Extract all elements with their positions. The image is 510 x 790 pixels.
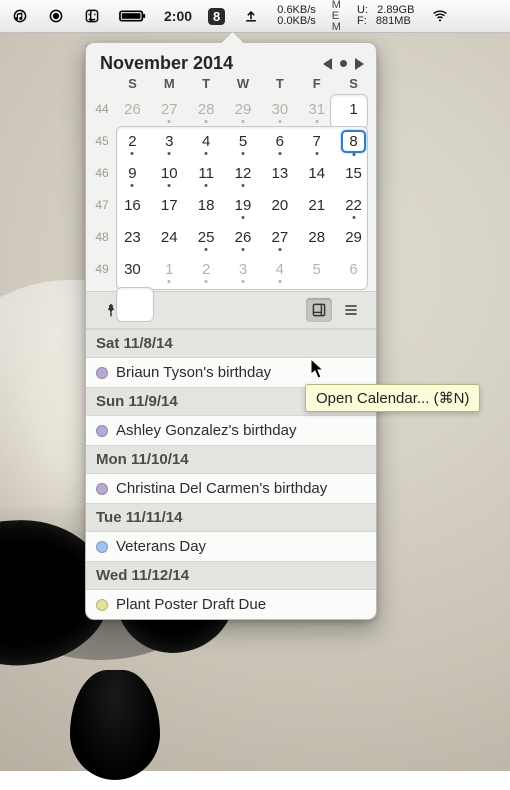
calendar-day[interactable]: 24 <box>151 221 188 253</box>
events-list: Sat 11/8/14Briaun Tyson's birthdaySun 11… <box>86 329 376 619</box>
week-number: 48 <box>90 221 114 253</box>
menubar-clock[interactable]: 2:00 <box>164 8 192 24</box>
event-title: Veterans Day <box>116 538 206 555</box>
calendar-day[interactable]: 9 <box>114 157 151 189</box>
calendar-day[interactable]: 27 <box>261 221 298 253</box>
calendar-day[interactable]: 5 <box>298 253 335 285</box>
calendar-dropdown: November 2014 S M T W T F S 442627282930… <box>85 42 377 620</box>
calendar-day[interactable]: 6 <box>335 253 372 285</box>
pin-button[interactable] <box>98 298 124 322</box>
event-title: Christina Del Carmen's birthday <box>116 480 327 497</box>
itunes-menubar-icon[interactable] <box>10 6 30 26</box>
calendar-day[interactable]: 30 <box>114 253 151 285</box>
tooltip: Open Calendar... (⌘N) <box>305 384 480 412</box>
week-number: 44 <box>90 93 114 125</box>
calendar-day[interactable]: 18 <box>188 189 225 221</box>
calendar-day[interactable]: 23 <box>114 221 151 253</box>
calendar-day[interactable]: 6 <box>261 125 298 157</box>
event-item[interactable]: Ashley Gonzalez's birthday <box>86 416 376 445</box>
next-month-button[interactable] <box>355 58 364 70</box>
calendar-day[interactable]: 25 <box>188 221 225 253</box>
event-day-header: Wed 11/12/14 <box>86 561 376 590</box>
calendar-day[interactable]: 3 <box>225 253 262 285</box>
calendar-day[interactable]: 29 <box>225 93 262 125</box>
calendar-grid: 4426272829303114523456784691011121314154… <box>90 93 372 285</box>
calendar-day[interactable]: 20 <box>261 189 298 221</box>
mac-menubar: 2:00 8 0.6KB/s 0.0KB/s MEM U: 2.89GB F: … <box>0 0 510 33</box>
calendar-day[interactable]: 2 <box>188 253 225 285</box>
mem-label: MEM <box>332 0 341 33</box>
calendar-day[interactable]: 5 <box>225 125 262 157</box>
calendar-day[interactable]: 4 <box>261 253 298 285</box>
finder-menubar-icon[interactable] <box>82 6 102 26</box>
wifi-menubar-icon[interactable] <box>430 6 450 26</box>
event-day-header: Tue 11/11/14 <box>86 503 376 532</box>
calendar-day[interactable]: 27 <box>151 93 188 125</box>
week-number: 49 <box>90 253 114 285</box>
calendar-day[interactable]: 17 <box>151 189 188 221</box>
calendar-day[interactable]: 2 <box>114 125 151 157</box>
calendar-day[interactable]: 10 <box>151 157 188 189</box>
calendar-day[interactable]: 21 <box>298 189 335 221</box>
event-title: Briaun Tyson's birthday <box>116 364 271 381</box>
calendar-day[interactable]: 19 <box>225 189 262 221</box>
calendar-day[interactable]: 28 <box>298 221 335 253</box>
calendar-day[interactable]: 13 <box>261 157 298 189</box>
calendar-day[interactable]: 14 <box>298 157 335 189</box>
week-number: 45 <box>90 125 114 157</box>
menu-button[interactable] <box>338 298 364 322</box>
calendar-day[interactable]: 16 <box>114 189 151 221</box>
calendar-day[interactable]: 12 <box>225 157 262 189</box>
event-title: Ashley Gonzalez's birthday <box>116 422 296 439</box>
calendar-day[interactable]: 4 <box>188 125 225 157</box>
calendar-day[interactable]: 31 <box>298 93 335 125</box>
calendar-day[interactable]: 26 <box>114 93 151 125</box>
menubar-notification-badge[interactable]: 8 <box>208 8 225 25</box>
calendar-day[interactable]: 3 <box>151 125 188 157</box>
calendar-day[interactable]: 1 <box>151 253 188 285</box>
calendar-day[interactable]: 15 <box>335 157 372 189</box>
prev-month-button[interactable] <box>323 58 332 70</box>
battery-menubar-icon[interactable] <box>118 6 148 26</box>
calendar-day[interactable]: 26 <box>225 221 262 253</box>
calendar-day[interactable]: 29 <box>335 221 372 253</box>
calendar-day[interactable]: 22 <box>335 189 372 221</box>
calendar-day[interactable]: 30 <box>261 93 298 125</box>
event-day-header: Mon 11/10/14 <box>86 445 376 474</box>
event-color-dot <box>96 425 108 437</box>
event-item[interactable]: Plant Poster Draft Due <box>86 590 376 619</box>
network-stats: 0.6KB/s 0.0KB/s <box>277 5 316 27</box>
calendar-day[interactable]: 1 <box>335 93 372 125</box>
event-color-dot <box>96 599 108 611</box>
open-calendar-button[interactable] <box>306 298 332 322</box>
calendar-day[interactable]: 7 <box>298 125 335 157</box>
calendar-day[interactable]: 28 <box>188 93 225 125</box>
event-item[interactable]: Briaun Tyson's birthday <box>86 358 376 387</box>
calendar-title: November 2014 <box>100 53 233 74</box>
event-color-dot <box>96 367 108 379</box>
week-number: 46 <box>90 157 114 189</box>
event-title: Plant Poster Draft Due <box>116 596 266 613</box>
record-menubar-icon[interactable] <box>46 6 66 26</box>
calendar-day[interactable]: 11 <box>188 157 225 189</box>
event-day-header: Sat 11/8/14 <box>86 329 376 358</box>
event-color-dot <box>96 541 108 553</box>
event-color-dot <box>96 483 108 495</box>
event-item[interactable]: Veterans Day <box>86 532 376 561</box>
day-of-week-header: S M T W T F S <box>90 76 372 91</box>
event-item[interactable]: Christina Del Carmen's birthday <box>86 474 376 503</box>
today-button[interactable] <box>340 60 347 67</box>
memory-stats: U: 2.89GB F: 881MB <box>357 5 414 27</box>
calendar-day[interactable]: 8 <box>335 125 372 157</box>
upload-menubar-icon[interactable] <box>241 6 261 26</box>
week-number: 47 <box>90 189 114 221</box>
